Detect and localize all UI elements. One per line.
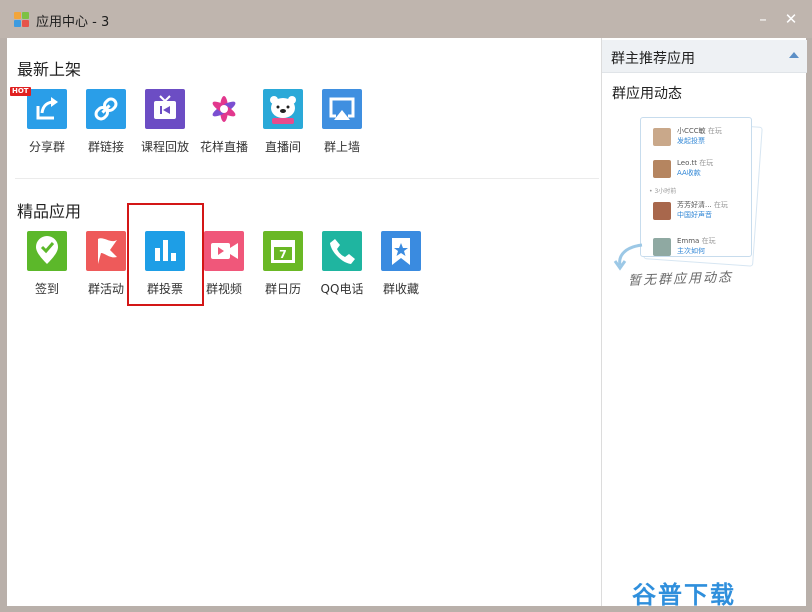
section-title-featured: 精品应用 xyxy=(17,202,82,221)
feed-item: 小CCC敏 在玩 发起投票 xyxy=(653,126,753,152)
feed-name: 小CCC敏 xyxy=(677,127,706,135)
recommend-sidebar: 群主推荐应用 群应用动态 小CCC敏 在玩 发起投票 Leo.tt 在玩 AA收… xyxy=(601,38,807,606)
checkin-pin-icon xyxy=(27,231,67,271)
feed-action: 发起投票 xyxy=(677,137,705,145)
flower-star-icon xyxy=(204,89,244,129)
feed-status: 在玩 xyxy=(707,127,722,135)
empty-activity-illustration: 小CCC敏 在玩 发起投票 Leo.tt 在玩 AA收款 • 3小时前 芳芳好清… xyxy=(612,113,763,293)
avatar xyxy=(653,160,671,178)
feed-status: 在玩 xyxy=(699,159,714,167)
app-label: 群上墙 xyxy=(323,140,360,154)
app-logo-icon xyxy=(14,12,30,28)
feed-time: • 3小时前 xyxy=(649,188,677,195)
video-camera-icon xyxy=(204,231,244,271)
watermark-logo: 谷普下载 xyxy=(632,581,736,609)
curl-arrow-icon xyxy=(613,243,643,271)
avatar xyxy=(653,128,671,146)
recommend-header[interactable]: 群主推荐应用 xyxy=(602,40,807,73)
feed-action: 中国好声音 xyxy=(677,211,712,219)
feed-action: 主次如何 xyxy=(677,247,705,255)
minimize-button[interactable]: – xyxy=(752,9,774,29)
feed-action: AA收款 xyxy=(677,169,701,177)
feed-name: Emma xyxy=(677,237,700,245)
hot-badge: HOT xyxy=(10,87,31,96)
feed-status: 在玩 xyxy=(713,201,728,209)
feed-name: 芳芳好清... xyxy=(677,201,712,209)
bear-icon xyxy=(263,89,303,129)
card-front: 小CCC敏 在玩 发起投票 Leo.tt 在玩 AA收款 • 3小时前 芳芳好清… xyxy=(640,117,752,257)
recommend-header-title: 群主推荐应用 xyxy=(611,51,695,67)
feed-item: Emma 在玩 主次如何 xyxy=(653,236,753,262)
app-center-window: 应用中心 - 3 – ✕ 最新上架 HOT 分享群 群链接 课程回放 花样直播 … xyxy=(0,0,812,612)
section-title-new: 最新上架 xyxy=(17,60,82,79)
feed-status: 在玩 xyxy=(701,237,716,245)
collapse-arrow-icon[interactable] xyxy=(789,52,799,58)
section-divider xyxy=(15,178,599,179)
avatar xyxy=(653,202,671,220)
window-title: 应用中心 - 3 xyxy=(36,15,110,30)
title-bar[interactable]: 应用中心 - 3 – ✕ xyxy=(0,0,812,38)
app-list-panel: 最新上架 HOT 分享群 群链接 课程回放 花样直播 直播间 群上墙 精品应用 … xyxy=(7,38,601,606)
avatar xyxy=(653,238,671,256)
tv-replay-icon xyxy=(145,89,185,129)
calendar-icon: 7 xyxy=(263,231,303,271)
app-group-wall[interactable]: 群上墙 xyxy=(312,89,372,159)
activity-subtitle: 群应用动态 xyxy=(612,86,682,102)
close-button[interactable]: ✕ xyxy=(780,9,802,29)
window-bottom-border xyxy=(0,606,812,612)
airplay-icon xyxy=(322,89,362,129)
feed-item: Leo.tt 在玩 AA收款 xyxy=(653,158,753,184)
feed-name: Leo.tt xyxy=(677,159,697,167)
content-area: 最新上架 HOT 分享群 群链接 课程回放 花样直播 直播间 群上墙 精品应用 … xyxy=(7,38,807,606)
app-group-favorites[interactable]: 群收藏 xyxy=(371,231,431,301)
flag-icon xyxy=(86,231,126,271)
svg-text:7: 7 xyxy=(279,248,287,261)
phone-icon xyxy=(322,231,362,271)
app-label: 群收藏 xyxy=(382,282,419,296)
bookmark-star-icon xyxy=(381,231,421,271)
link-icon xyxy=(86,89,126,129)
empty-activity-text: 暂无群应用动态 xyxy=(627,270,734,289)
feed-item: 芳芳好清... 在玩 中国好声音 xyxy=(653,200,753,226)
bar-chart-icon xyxy=(145,231,185,271)
share-icon xyxy=(27,89,67,129)
